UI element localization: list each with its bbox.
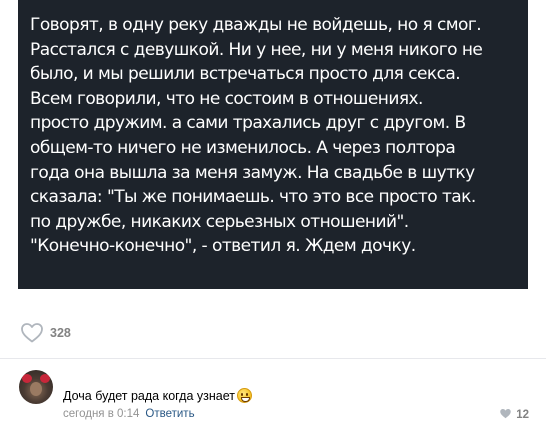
heart-filled-icon xyxy=(499,408,512,422)
post-text-line: общем-то ничего не изменилось. А через п… xyxy=(30,137,456,158)
post-text-line: года она вышла за меня замуж. На свадьбе… xyxy=(30,162,475,183)
avatar[interactable] xyxy=(19,370,53,404)
post-likes-count: 328 xyxy=(50,325,71,340)
comment-timestamp[interactable]: сегодня в 0:14 xyxy=(63,408,139,420)
post-text-line: просто дружим. а сами трахались друг с д… xyxy=(30,113,466,134)
comment-item: Доча будет рада когда узнает сегодня в 0… xyxy=(19,370,529,422)
post-text-line: Говорят, в одну реку дважды не войдешь, … xyxy=(30,15,482,35)
post-text-line: было, и мы решили встречаться просто для… xyxy=(30,64,461,85)
heart-outline-icon xyxy=(20,322,44,343)
comment-like-button[interactable]: 12 xyxy=(499,408,529,422)
post-text-line: сказала: "Ты же понимаешь. что это все п… xyxy=(30,187,476,208)
post-image[interactable]: Говорят, в одну реку дважды не войдешь, … xyxy=(18,0,528,289)
post-text-line: Расстался с девушкой. Ни у нее, ни у мен… xyxy=(30,39,483,60)
post-text-line: по дружбе, никаких серьезных отношений". xyxy=(30,211,409,232)
post-text-line: "Конечно-конечно", - ответил я. Ждем доч… xyxy=(30,236,416,257)
post-like-button[interactable]: 328 xyxy=(20,322,71,343)
post-text-line: Всем говорили, что не состоим в отношени… xyxy=(30,88,423,109)
post-image-text: Говорят, в одну реку дважды не войдешь, … xyxy=(30,13,528,259)
grinning-emoji-icon xyxy=(236,388,252,403)
reply-button[interactable]: Ответить xyxy=(145,408,194,420)
comments-divider xyxy=(0,358,546,359)
comment-likes-count: 12 xyxy=(516,409,529,421)
comment-text: Доча будет рада когда узнает xyxy=(63,388,252,403)
comment-meta: сегодня в 0:14 Ответить xyxy=(63,408,195,420)
comment-text-body: Доча будет рада когда узнает xyxy=(63,388,235,403)
post-page: Говорят, в одну реку дважды не войдешь, … xyxy=(0,0,546,428)
